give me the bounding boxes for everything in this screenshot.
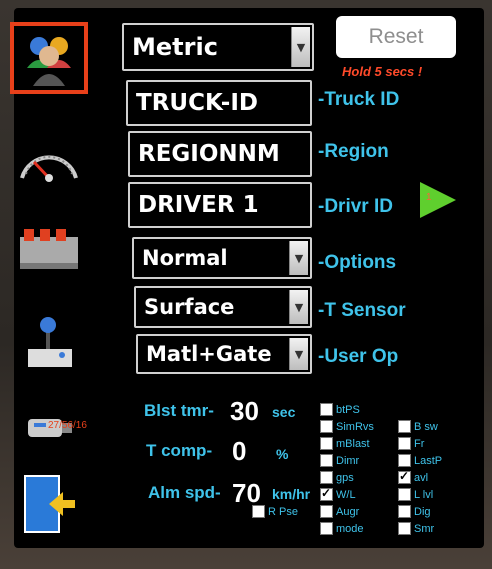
checkbox-box	[398, 505, 411, 518]
option-checkbox[interactable]: Fr	[398, 437, 424, 450]
truck-id-field[interactable]: TRUCK-ID	[126, 80, 312, 126]
speedometer-icon	[20, 155, 78, 182]
checkbox-label: btPS	[336, 403, 360, 416]
t-comp-value[interactable]: 0	[232, 436, 246, 467]
chevron-down-icon: ▼	[289, 338, 308, 370]
driver-id-field[interactable]: DRIVER 1	[128, 182, 312, 228]
checkbox-label: Augr	[336, 505, 360, 518]
sidebar-speed-button[interactable]	[10, 126, 88, 198]
blast-timer-label: Blst tmr-	[144, 401, 214, 420]
checkbox-label: B sw	[414, 420, 438, 433]
checkbox-label: mode	[336, 522, 364, 535]
users-icon	[27, 37, 71, 86]
sidebar-valves-button[interactable]	[10, 212, 88, 284]
blast-timer-unit: sec	[272, 404, 296, 420]
r-pse-checkbox[interactable]: R Pse	[252, 505, 298, 518]
r-pse-label: R Pse	[268, 505, 298, 518]
valve-bank-icon	[20, 229, 78, 269]
checkbox-box	[320, 486, 333, 501]
option-checkbox[interactable]: gps	[320, 471, 354, 484]
sidebar-counter: 27/56/16	[48, 420, 87, 431]
checkbox-box	[320, 522, 333, 535]
option-checkbox[interactable]: Dimr	[320, 454, 359, 467]
chevron-down-icon: ▼	[291, 27, 310, 67]
checkbox-label: SimRvs	[336, 420, 374, 433]
next-page-arrow-icon[interactable]: 1	[420, 182, 456, 218]
next-page-badge: 1	[426, 192, 432, 203]
joystick-icon	[28, 317, 72, 367]
exit-door-icon	[24, 475, 75, 533]
checkbox-label: Fr	[414, 437, 425, 450]
option-checkbox[interactable]: mBlast	[320, 437, 370, 450]
option-checkbox[interactable]: avl	[398, 469, 429, 484]
option-checkbox[interactable]: LastP	[398, 454, 442, 467]
checkbox-label: LastP	[414, 454, 443, 467]
t-sensor-select[interactable]: Surface ▼	[134, 286, 312, 328]
units-select[interactable]: Metric ▼	[122, 23, 314, 71]
checkbox-box	[320, 403, 333, 416]
units-select-value: Metric	[132, 33, 218, 61]
checkbox-label: gps	[336, 471, 354, 484]
checkbox-label: Dig	[414, 505, 431, 518]
alarm-speed-label: Alm spd-	[148, 483, 221, 502]
checkbox-label: mBlast	[336, 437, 370, 450]
region-field[interactable]: REGIONNM	[128, 131, 312, 177]
checkbox-box	[398, 522, 411, 535]
sidebar-exit-button[interactable]	[10, 468, 88, 540]
option-checkbox[interactable]: Dig	[398, 505, 431, 518]
region-caption: -Region	[318, 141, 389, 162]
options-select[interactable]: Normal ▼	[132, 237, 312, 279]
checkbox-label: avl	[414, 471, 429, 484]
driver-id-caption: -Drivr ID	[318, 196, 393, 217]
option-checkbox[interactable]: btPS	[320, 403, 360, 416]
alarm-speed-unit: km/hr	[272, 486, 311, 502]
option-checkbox[interactable]: mode	[320, 522, 364, 535]
chevron-down-icon: ▼	[289, 290, 308, 324]
option-checkbox[interactable]: W/L	[320, 486, 356, 501]
t-comp-label: T comp-	[146, 441, 213, 460]
checkbox-box	[398, 420, 411, 433]
sidebar-users-button[interactable]	[10, 22, 88, 94]
t-sensor-caption: -T Sensor	[318, 300, 406, 321]
user-op-caption: -User Op	[318, 346, 399, 367]
checkbox-box	[320, 420, 333, 433]
options-select-value: Normal	[142, 246, 228, 270]
option-checkbox[interactable]: Smr	[398, 522, 434, 535]
checkbox-box	[320, 437, 333, 450]
checkbox-box	[398, 437, 411, 450]
checkbox-box	[320, 505, 333, 518]
option-checkbox[interactable]: B sw	[398, 420, 438, 433]
chevron-down-icon: ▼	[289, 241, 308, 275]
t-sensor-select-value: Surface	[144, 295, 235, 319]
option-checkbox[interactable]: L lvl	[398, 488, 433, 501]
checkbox-label: Smr	[414, 522, 435, 535]
hold-note: Hold 5 secs !	[342, 64, 423, 79]
checkbox-label: Dimr	[336, 454, 360, 467]
blast-timer-value[interactable]: 30	[230, 396, 259, 427]
checkbox-box	[398, 488, 411, 501]
sidebar-joystick-button[interactable]	[10, 306, 88, 378]
truck-id-caption: -Truck ID	[318, 89, 400, 110]
checkbox-box	[398, 454, 411, 467]
t-comp-unit: %	[276, 446, 289, 462]
checkbox-box	[398, 469, 411, 484]
checkbox-box	[320, 454, 333, 467]
checkbox-box	[252, 505, 265, 518]
checkbox-box	[320, 471, 333, 484]
reset-button[interactable]: Reset	[336, 16, 456, 58]
option-checkbox[interactable]: SimRvs	[320, 420, 374, 433]
checkbox-label: L lvl	[414, 488, 434, 501]
checkbox-label: W/L	[336, 488, 356, 501]
user-op-select-value: Matl+Gate	[146, 342, 272, 366]
option-checkbox[interactable]: Augr	[320, 505, 359, 518]
options-caption: -Options	[318, 252, 397, 273]
user-op-select[interactable]: Matl+Gate ▼	[136, 334, 312, 374]
